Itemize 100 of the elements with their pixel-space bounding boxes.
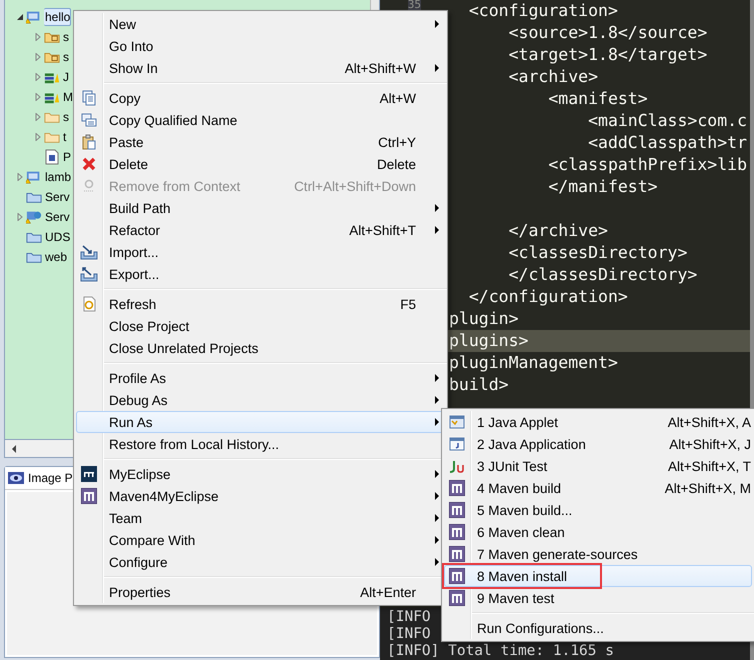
menu-item[interactable]: 2 Java Application Alt+Shift+X, J <box>444 433 752 455</box>
collapse-arrow-icon[interactable] <box>16 13 24 21</box>
expand-arrow-icon[interactable] <box>34 73 42 81</box>
line-number: 35 <box>408 0 421 10</box>
console-line: [INFO <box>387 609 431 625</box>
menu-item[interactable]: Refactor Alt+Shift+T <box>76 219 445 241</box>
tree-item[interactable]: Serv <box>44 188 71 206</box>
tree-item[interactable]: UDS <box>44 228 72 246</box>
menu-item[interactable]: Debug As <box>76 389 445 411</box>
tree-item[interactable]: lamb <box>44 168 72 186</box>
expand-arrow-icon[interactable] <box>34 53 42 61</box>
maven-icon <box>449 480 465 496</box>
menu-item[interactable]: 7 Maven generate-sources <box>444 543 752 565</box>
export-icon <box>80 266 98 282</box>
tree-item[interactable]: s <box>62 108 70 126</box>
copy-icon <box>81 90 97 106</box>
eye-icon <box>8 472 24 484</box>
code-line: <target>1.8</target> <box>508 45 708 64</box>
menu-item[interactable]: 8 Maven install <box>444 565 752 587</box>
menu-item[interactable]: Compare With <box>76 529 445 551</box>
copy-icon <box>81 112 97 128</box>
maven-icon <box>449 590 465 606</box>
menu-item[interactable]: MyEclipse <box>76 463 445 485</box>
menu-item[interactable]: Team <box>76 507 445 529</box>
code-line: <configuration> <box>468 1 618 20</box>
menu-item[interactable]: Restore from Local History... <box>76 433 445 455</box>
menu-item[interactable]: Close Unrelated Projects <box>76 337 445 359</box>
delete-icon <box>81 156 97 172</box>
maven-icon <box>449 546 465 562</box>
code-line: <source>1.8</source> <box>508 23 708 42</box>
code-line: <manifest> <box>547 89 648 108</box>
tree-item[interactable]: t <box>62 128 68 146</box>
tree-item[interactable]: hello <box>44 8 72 26</box>
menu-item[interactable]: Close Project <box>76 315 445 337</box>
application-icon <box>449 436 465 452</box>
menu-item[interactable]: Paste Ctrl+Y <box>76 131 445 153</box>
tree-item[interactable]: Serv <box>44 208 71 226</box>
scroll-left-icon[interactable] <box>11 444 17 452</box>
menu-item[interactable]: 5 Maven build... <box>444 499 752 521</box>
menu-item[interactable]: 9 Maven test <box>444 587 752 609</box>
menu-item[interactable]: Properties Alt+Enter <box>76 581 445 603</box>
menu-item[interactable]: New <box>76 13 445 35</box>
code-line: </configuration> <box>468 287 628 306</box>
tree-item[interactable]: s <box>62 28 70 46</box>
expand-arrow-icon[interactable] <box>34 93 42 101</box>
tree-item[interactable]: web <box>44 248 68 266</box>
code-line: </classesDirectory> <box>508 265 698 284</box>
code-line: plugins> <box>449 331 528 350</box>
expand-arrow-icon[interactable] <box>16 173 24 181</box>
menu-item[interactable]: 6 Maven clean <box>444 521 752 543</box>
menu-item[interactable]: Delete Delete <box>76 153 445 175</box>
menu-item[interactable]: Configure <box>76 551 445 573</box>
code-line: <addClasspath>tr <box>587 133 748 152</box>
expand-arrow-icon[interactable] <box>34 113 42 121</box>
menu-item[interactable]: Refresh F5 <box>76 293 445 315</box>
code-line: <mainClass>com.c <box>587 111 748 130</box>
menu-item[interactable]: Copy Alt+W <box>76 87 445 109</box>
paste-icon <box>81 134 97 150</box>
console-line: [INFO <box>387 626 431 642</box>
menu-item[interactable]: Profile As <box>76 367 445 389</box>
menu-item[interactable]: Export... <box>76 263 445 285</box>
junit-icon <box>448 458 466 474</box>
applet-icon <box>449 414 465 430</box>
menu-item[interactable]: Import... <box>76 241 445 263</box>
expand-arrow-icon[interactable] <box>34 133 42 141</box>
code-line: <classpathPrefix>lib <box>547 155 748 174</box>
menu-item[interactable]: Copy Qualified Name <box>76 109 445 131</box>
code-line: build> <box>449 375 509 394</box>
menu-item[interactable]: 3 JUnit Test Alt+Shift+X, T <box>444 455 752 477</box>
view-tab[interactable]: Image P <box>28 471 73 485</box>
menu-item[interactable]: Maven4MyEclipse <box>76 485 445 507</box>
code-line: <archive> <box>508 67 598 86</box>
project-icon <box>26 9 42 25</box>
code-line: pluginManagement> <box>449 353 618 372</box>
menu-item[interactable]: Go Into <box>76 35 445 57</box>
menu-item[interactable]: Show In Alt+Shift+W <box>76 57 445 79</box>
expand-arrow-icon[interactable] <box>34 33 42 41</box>
menu-item[interactable]: 1 Java Applet Alt+Shift+X, A <box>444 411 752 433</box>
tree-item[interactable]: J <box>62 68 70 86</box>
maven-icon <box>449 568 465 584</box>
console-line: [INFO] Total time: 1.165 s <box>387 643 614 659</box>
tree-item[interactable]: s <box>62 48 70 66</box>
code-line: </manifest> <box>547 177 658 196</box>
maven-icon <box>449 524 465 540</box>
code-line: <classesDirectory> <box>508 243 688 262</box>
expand-arrow-icon[interactable] <box>16 213 24 221</box>
project-icon <box>26 169 42 185</box>
maven-icon <box>449 502 465 518</box>
tree-item[interactable]: P <box>62 148 72 166</box>
myeclipse-logo-icon <box>81 466 97 482</box>
project-icon <box>26 209 42 225</box>
file-icon <box>44 149 60 165</box>
menu-item[interactable]: 4 Maven build Alt+Shift+X, M <box>444 477 752 499</box>
menu-item[interactable]: Build Path <box>76 197 445 219</box>
code-line: </archive> <box>508 221 608 240</box>
menu-item[interactable]: Run Configurations... <box>444 617 752 639</box>
code-line: plugin> <box>449 309 519 328</box>
refresh-icon <box>81 296 97 312</box>
tree-item[interactable]: M <box>62 88 74 106</box>
import-icon <box>80 244 98 260</box>
